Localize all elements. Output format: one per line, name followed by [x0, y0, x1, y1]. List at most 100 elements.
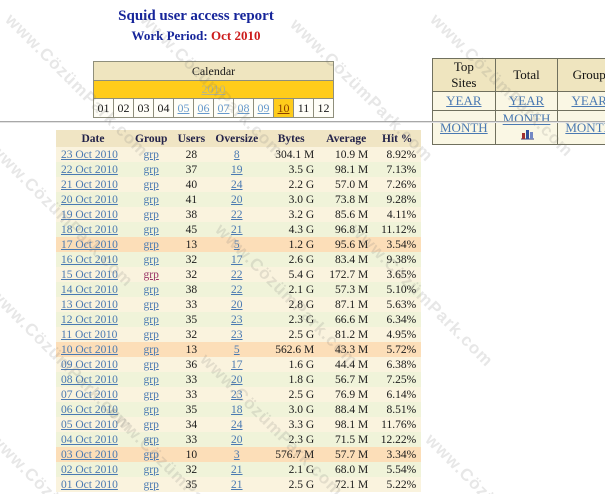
date-link[interactable]: 18 Oct 2010	[61, 224, 118, 236]
date-link[interactable]: 05 Oct 2010	[61, 419, 118, 431]
date-link[interactable]: 06 Oct 2010	[61, 404, 118, 416]
group-link[interactable]: grp	[144, 479, 159, 491]
bytes-value: 2.1 G	[288, 283, 315, 296]
oversize-link[interactable]: 23	[231, 329, 243, 341]
group-link[interactable]: grp	[144, 149, 159, 161]
date-link[interactable]: 02 Oct 2010	[61, 464, 118, 476]
oversize-link[interactable]: 23	[231, 389, 243, 401]
oversize-link[interactable]: 24	[231, 419, 243, 431]
date-link[interactable]: 01 Oct 2010	[61, 479, 118, 491]
calendar-month-08[interactable]: 08	[233, 98, 254, 118]
date-cell: 07 Oct 2010	[56, 387, 130, 402]
date-link[interactable]: 10 Oct 2010	[61, 344, 118, 356]
oversize-link[interactable]: 21	[231, 464, 243, 476]
group-link[interactable]: grp	[144, 269, 159, 281]
oversize-link[interactable]: 22	[231, 284, 243, 296]
date-link[interactable]: 19 Oct 2010	[61, 209, 118, 221]
oversize-cell: 21	[210, 222, 263, 237]
oversize-link[interactable]: 5	[234, 239, 240, 251]
group-link[interactable]: grp	[144, 194, 159, 206]
group-link[interactable]: grp	[144, 209, 159, 221]
hit-value: 7.25%	[386, 373, 417, 386]
group-link[interactable]: grp	[144, 404, 159, 416]
oversize-link[interactable]: 3	[234, 449, 240, 461]
date-link[interactable]: 07 Oct 2010	[61, 389, 118, 401]
oversize-link[interactable]: 17	[231, 254, 243, 266]
oversize-link[interactable]: 18	[231, 404, 243, 416]
oversize-link[interactable]: 17	[231, 359, 243, 371]
date-link[interactable]: 22 Oct 2010	[61, 164, 118, 176]
date-link[interactable]: 11 Oct 2010	[61, 329, 117, 341]
date-link[interactable]: 08 Oct 2010	[61, 374, 118, 386]
date-link[interactable]: 15 Oct 2010	[61, 269, 118, 281]
calendar-month-10[interactable]: 10	[273, 98, 294, 118]
date-link[interactable]: 17 Oct 2010	[61, 239, 118, 251]
group-link[interactable]: grp	[144, 344, 159, 356]
group-link[interactable]: grp	[144, 374, 159, 386]
oversize-link[interactable]: 24	[231, 179, 243, 191]
oversize-link[interactable]: 20	[231, 374, 243, 386]
date-link[interactable]: 20 Oct 2010	[61, 194, 118, 206]
group-link[interactable]: grp	[144, 299, 159, 311]
group-link[interactable]: grp	[144, 164, 159, 176]
date-link[interactable]: 12 Oct 2010	[61, 314, 118, 326]
calendar-month-06[interactable]: 06	[193, 98, 214, 118]
divider-line	[0, 121, 605, 123]
group-link[interactable]: grp	[144, 239, 159, 251]
oversize-link[interactable]: 23	[231, 314, 243, 326]
date-link[interactable]: 09 Oct 2010	[61, 359, 118, 371]
group-link[interactable]: grp	[144, 464, 159, 476]
oversize-link[interactable]: 22	[231, 209, 243, 221]
group-link[interactable]: grp	[144, 434, 159, 446]
calendar-year-link[interactable]: 2010	[202, 82, 226, 96]
group-link[interactable]: grp	[144, 329, 159, 341]
oversize-link[interactable]: 22	[231, 269, 243, 281]
oversize-link[interactable]: 20	[231, 194, 243, 206]
bytes-value: 3.0 G	[288, 403, 315, 416]
top-sites-year-link[interactable]: YEAR	[446, 93, 481, 108]
group-link[interactable]: grp	[144, 284, 159, 296]
access-report-table: Date Group Users Oversize Bytes Average Hit % …	[56, 130, 422, 492]
bytes-value: 2.3 G	[288, 433, 315, 446]
report-row: 10 Oct 2010 grp 13 5 562.6 M 43.3 M 5.72%	[56, 342, 422, 357]
group-link[interactable]: grp	[144, 224, 159, 236]
oversize-link[interactable]: 5	[234, 344, 240, 356]
calendar-month-09[interactable]: 09	[253, 98, 274, 118]
bytes-value: 2.6 G	[288, 253, 315, 266]
group-link[interactable]: grp	[144, 389, 159, 401]
oversize-link[interactable]: 19	[231, 164, 243, 176]
users-value: 13	[185, 343, 198, 356]
group-link[interactable]: grp	[144, 449, 159, 461]
date-link[interactable]: 14 Oct 2010	[61, 284, 118, 296]
date-link[interactable]: 16 Oct 2010	[61, 254, 118, 266]
oversize-link[interactable]: 21	[231, 479, 243, 491]
oversize-link[interactable]: 21	[231, 224, 243, 236]
total-year-link[interactable]: YEAR	[509, 93, 544, 108]
group-link[interactable]: grp	[144, 419, 159, 431]
date-link[interactable]: 03 Oct 2010	[61, 449, 118, 461]
oversize-link[interactable]: 20	[231, 299, 243, 311]
calendar-month-07[interactable]: 07	[213, 98, 234, 118]
group-year-link[interactable]: YEAR	[571, 93, 605, 108]
average-value: 88.4 M	[334, 403, 369, 416]
report-row: 11 Oct 2010 grp 32 23 2.5 G 81.2 M 4.95%	[56, 327, 422, 342]
users-value: 41	[185, 193, 198, 206]
users-value: 28	[185, 148, 198, 161]
oversize-link[interactable]: 8	[234, 149, 240, 161]
total-month-link[interactable]: MONTH	[503, 111, 551, 126]
column-header-oversize: Oversize	[210, 130, 264, 147]
group-link[interactable]: grp	[144, 179, 159, 191]
group-link[interactable]: grp	[144, 359, 159, 371]
date-link[interactable]: 13 Oct 2010	[61, 299, 118, 311]
date-link[interactable]: 21 Oct 2010	[61, 179, 118, 191]
hit-value: 3.54%	[386, 238, 417, 251]
calendar-month-05[interactable]: 05	[173, 98, 194, 118]
date-link[interactable]: 23 Oct 2010	[61, 149, 118, 161]
group-link[interactable]: grp	[144, 254, 159, 266]
calendar-month-row: 01 02 03 04 05 06 07 08 09 10 11 12	[93, 98, 334, 118]
users-value: 35	[185, 313, 198, 326]
group-link[interactable]: grp	[144, 314, 159, 326]
oversize-link[interactable]: 20	[231, 434, 243, 446]
report-row: 14 Oct 2010 grp 38 22 2.1 G 57.3 M 5.10%	[56, 282, 422, 297]
date-link[interactable]: 04 Oct 2010	[61, 434, 118, 446]
